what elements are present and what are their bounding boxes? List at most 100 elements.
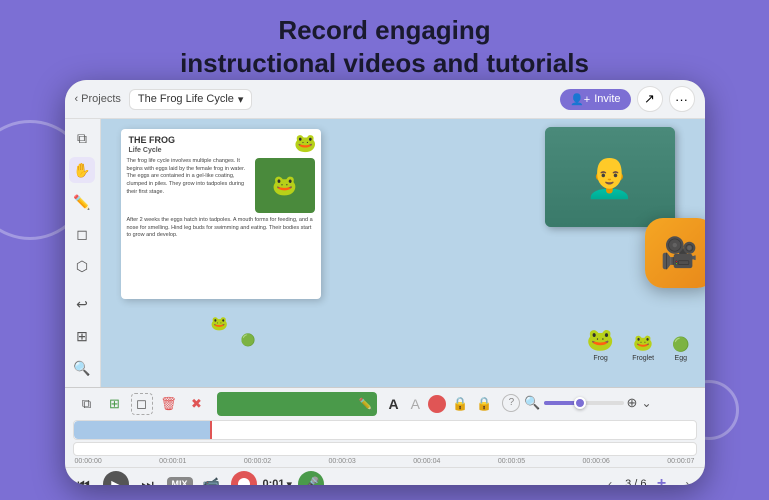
content-area: ⧉ ✋ ✏️ ◻ ⬡ ↩ ⊞ 🔍 THE FROG Life Cycle The… — [65, 119, 705, 387]
slide-title: THE FROG — [121, 129, 321, 147]
rewind-button[interactable]: ⏮ — [71, 471, 97, 485]
back-label: Projects — [81, 93, 121, 105]
layers-tool[interactable]: ⊞ — [69, 323, 95, 349]
pencil-tool[interactable]: ✏️ — [69, 189, 95, 215]
share-icon: ↗ — [644, 91, 655, 107]
hand-tool[interactable]: ✋ — [69, 157, 95, 183]
select-btn[interactable]: ◻ — [131, 393, 153, 415]
back-button[interactable]: ‹ Projects — [75, 93, 121, 105]
more-icon: ··· — [675, 92, 688, 107]
dropdown-icon: ▾ — [238, 93, 244, 106]
zoom-in-btn[interactable]: ⊕ — [627, 395, 638, 411]
webcam-feed: 👨‍🦲 — [545, 127, 675, 227]
project-tab[interactable]: The Frog Life Cycle ▾ — [129, 89, 253, 110]
froglet-emoji: 🐸 — [633, 333, 653, 353]
time-value: 0:01 — [263, 478, 285, 485]
play-button[interactable]: ▶ — [103, 471, 129, 485]
froglet-label: Froglet — [632, 355, 654, 362]
prev-page-btn[interactable]: ‹ — [599, 473, 621, 485]
ts-6: 00:00:06 — [583, 458, 610, 465]
lock-icon2: 🔒 — [474, 396, 494, 412]
time-display: 0:01 ▾ — [263, 478, 293, 486]
topbar-right: 👤+ Invite ↗ ··· — [560, 86, 694, 112]
timeline-area: ⧉ ⊞ ◻ 🗑 ✖ ✏️ A A 🔒 🔒 ? — [65, 387, 705, 467]
topbar: ‹ Projects The Frog Life Cycle ▾ 👤+ Invi… — [65, 80, 705, 119]
egg-emoji: 🟢 — [672, 336, 689, 353]
camera-icon: 📹 — [203, 476, 220, 486]
webcam-person: 👨‍🦲 — [545, 127, 675, 227]
undo-tool[interactable]: ↩ — [69, 291, 95, 317]
tadpole-icon: 🐸 — [211, 315, 228, 332]
frog-illustration-green: 🐸 — [255, 158, 315, 213]
forward-icon: ⏭ — [141, 476, 154, 486]
help-btn[interactable]: ? — [502, 394, 520, 412]
page-navigation: ‹ 3 / 6 + › — [599, 473, 698, 485]
ts-2: 00:00:02 — [244, 458, 271, 465]
share-button[interactable]: ↗ — [637, 86, 663, 112]
shape-tool[interactable]: ⬡ — [69, 253, 95, 279]
mic-button[interactable]: 🎤 — [298, 471, 324, 485]
time-dropdown-icon[interactable]: ▾ — [287, 478, 293, 486]
header-line1: Record engaging — [0, 14, 769, 47]
mic-icon: 🎤 — [302, 476, 319, 486]
header-line2: instructional videos and tutorials — [0, 47, 769, 80]
mix-badge[interactable]: MIX — [167, 477, 193, 485]
timeline-timestamps: 00:00:00 00:00:01 00:00:02 00:00:03 00:0… — [73, 458, 697, 465]
zoom-out-btn[interactable]: 🔍 — [524, 395, 540, 411]
slide-body: The frog life cycle involves multiple ch… — [121, 158, 321, 213]
record-dot[interactable] — [428, 395, 446, 413]
playhead[interactable] — [210, 421, 212, 439]
egg-cluster-icon: 🟢 — [241, 333, 256, 347]
copy-clip-btn[interactable]: ⧉ — [75, 392, 99, 416]
camera-mode-btn[interactable]: 📹 — [199, 471, 225, 485]
lc-frog: 🐸 Frog — [587, 327, 614, 362]
video-clip[interactable]: ✏️ — [217, 392, 377, 416]
text-tool-a1[interactable]: A — [385, 396, 403, 412]
ts-5: 00:00:05 — [498, 458, 525, 465]
add-clip-btn[interactable]: ⊞ — [103, 392, 127, 416]
zoom-controls: 🔍 ⊕ — [524, 395, 637, 411]
more-button[interactable]: ··· — [669, 86, 695, 112]
eraser-tool[interactable]: ◻ — [69, 221, 95, 247]
frog-emoji: 🐸 — [587, 327, 614, 353]
tablet-screen: ‹ Projects The Frog Life Cycle ▾ 👤+ Invi… — [65, 80, 705, 485]
chevron-left-icon: ‹ — [75, 93, 79, 105]
zoom-tool[interactable]: 🔍 — [69, 355, 95, 381]
zoom-thumb[interactable] — [574, 397, 586, 409]
user-plus-icon: 👤+ — [570, 93, 590, 106]
left-toolbar: ⧉ ✋ ✏️ ◻ ⬡ ↩ ⊞ 🔍 — [65, 119, 101, 387]
play-icon: ▶ — [111, 478, 119, 486]
zoom-fill — [544, 401, 576, 405]
ts-1: 00:00:01 — [159, 458, 186, 465]
next-page-btn[interactable]: › — [677, 473, 699, 485]
ts-0: 00:00:00 — [75, 458, 102, 465]
zoom-area: ? 🔍 ⊕ ⌄ — [502, 394, 651, 412]
text-tool-a2[interactable]: A — [407, 396, 424, 412]
lc-egg: 🟢 Egg — [672, 336, 689, 362]
record-inner-dot — [238, 478, 250, 485]
timeline-track-2[interactable] — [73, 442, 697, 456]
copy-tool[interactable]: ⧉ — [69, 125, 95, 151]
timeline-track-1[interactable] — [73, 420, 697, 440]
zoom-slider[interactable] — [544, 401, 624, 405]
canvas-area: THE FROG Life Cycle The frog life cycle … — [101, 119, 705, 387]
frog-top-right: 🐸 — [294, 133, 316, 154]
invite-button[interactable]: 👤+ Invite — [560, 89, 630, 110]
record-circle-button[interactable] — [231, 471, 257, 485]
slide-document: THE FROG Life Cycle The frog life cycle … — [121, 129, 321, 299]
bottom-controls: ⏮ ▶ ⏭ MIX 📹 0:01 ▾ 🎤 ‹ — [65, 467, 705, 485]
frog-label: Frog — [593, 355, 607, 362]
ts-3: 00:00:03 — [329, 458, 356, 465]
project-name: The Frog Life Cycle — [138, 93, 234, 105]
toolbar-strip: ⧉ ⊞ ◻ 🗑 ✖ ✏️ A A 🔒 🔒 ? — [73, 392, 697, 416]
delete2-btn[interactable]: ✖ — [185, 392, 209, 416]
lc-froglet: 🐸 Froglet — [632, 333, 654, 362]
forward-button[interactable]: ⏭ — [135, 471, 161, 485]
header-section: Record engaging instructional videos and… — [0, 0, 769, 79]
expand-btn[interactable]: ⌄ — [641, 396, 651, 410]
add-page-btn[interactable]: + — [651, 473, 673, 485]
record-button-big[interactable]: 🎥 — [645, 218, 705, 288]
page-info: 3 / 6 — [625, 478, 646, 485]
delete-btn[interactable]: 🗑 — [157, 392, 181, 416]
slide-subtitle: Life Cycle — [121, 147, 321, 158]
